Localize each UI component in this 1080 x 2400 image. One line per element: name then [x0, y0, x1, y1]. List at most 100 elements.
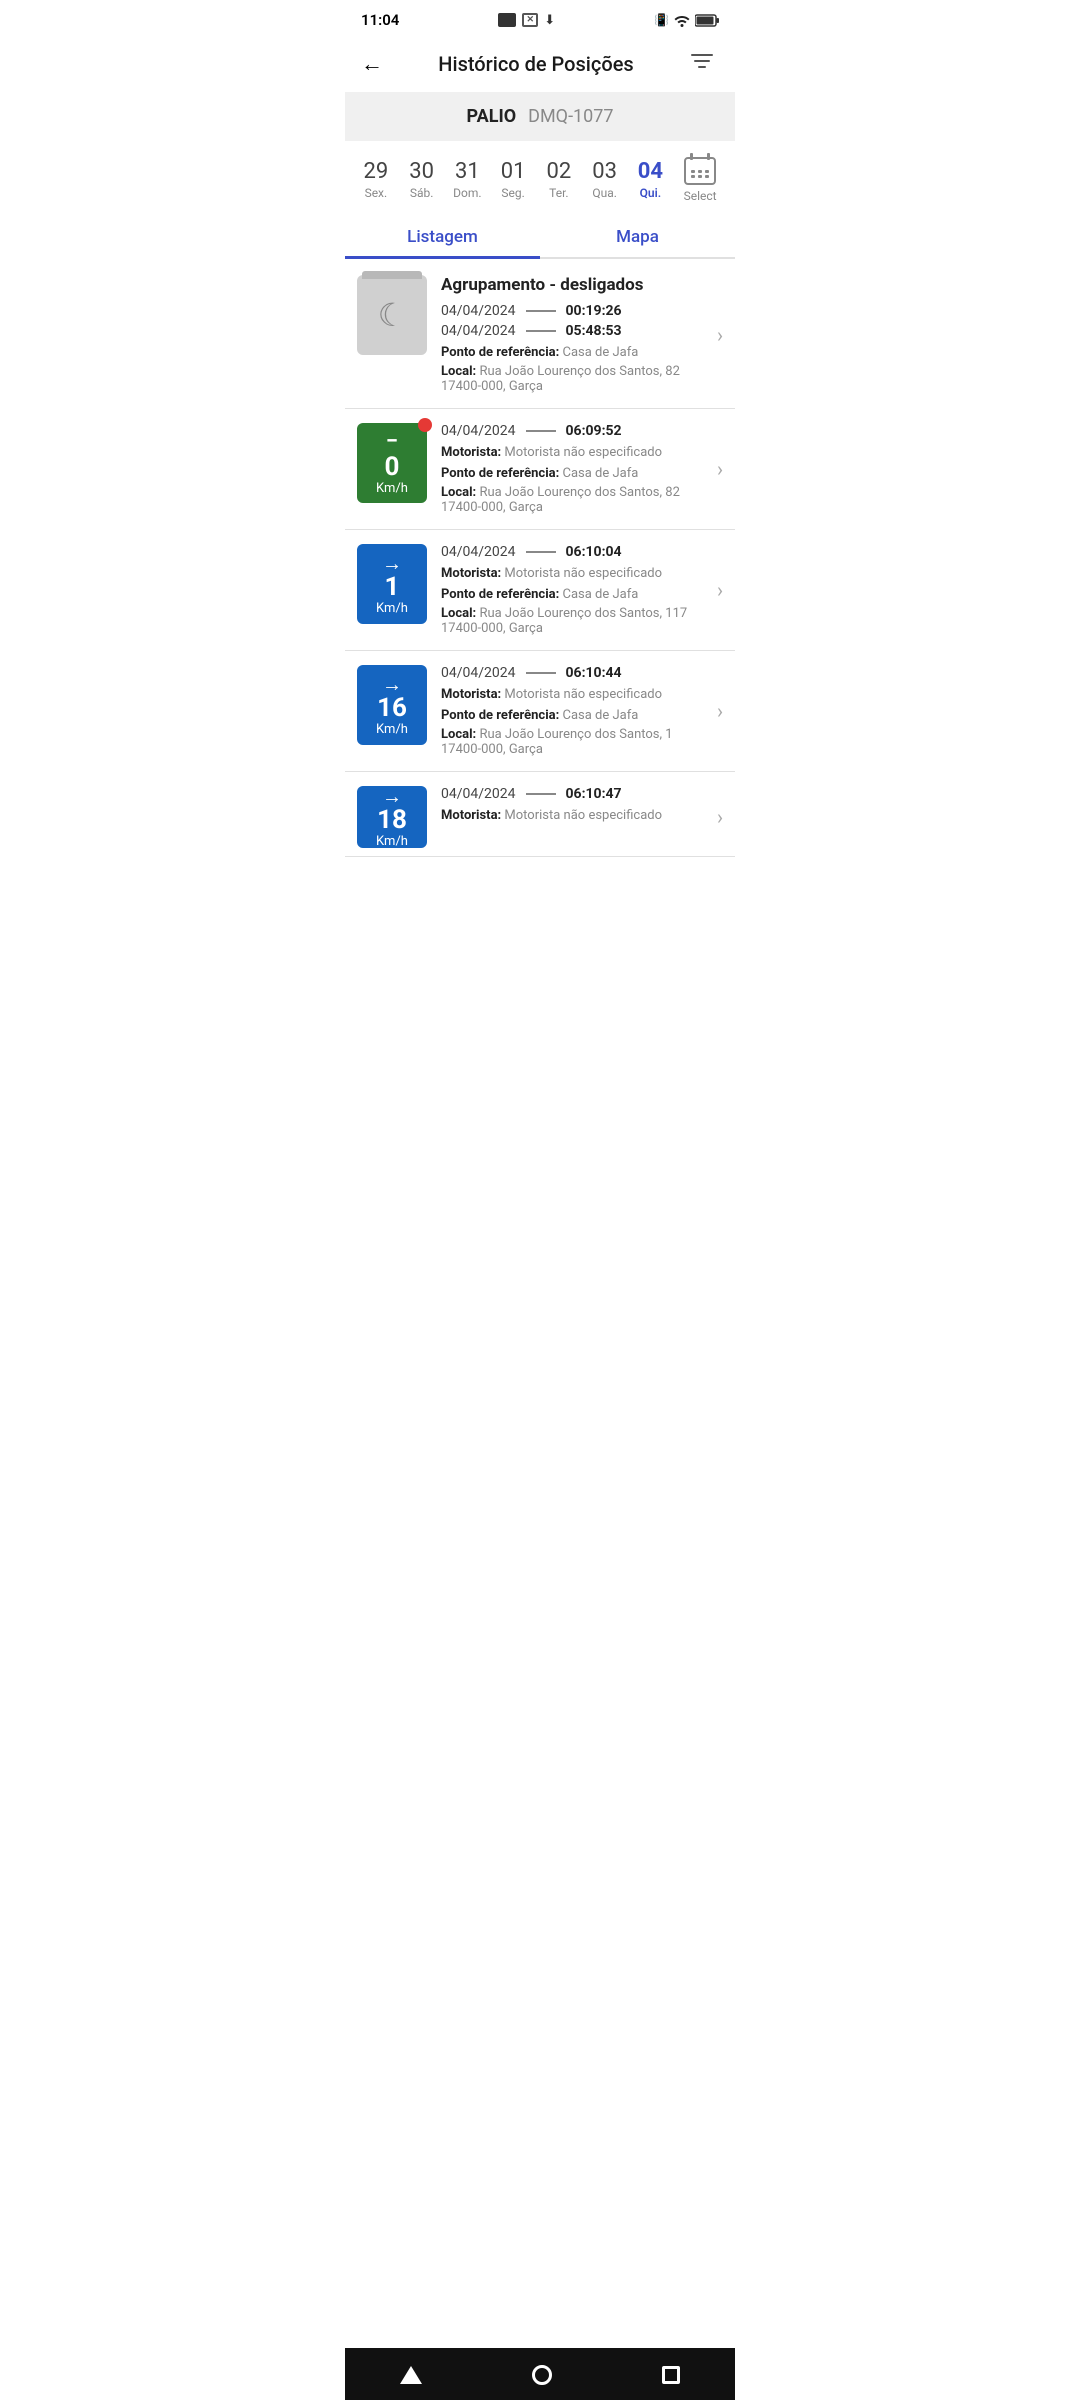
minus-icon-0: −	[386, 431, 398, 453]
pos-content-0: 04/04/2024 06:09:52 Motorista: Motorista…	[441, 423, 699, 515]
date-day-31: Dom.	[453, 186, 481, 200]
status-icons: ✕ ⬇	[498, 13, 555, 28]
date-num-04: 04	[638, 160, 663, 184]
vibrate-icon: 📳	[654, 13, 669, 27]
vehicle-bar: PALIO DMQ-1077	[345, 92, 735, 141]
badge-unit-1: Km/h	[376, 602, 408, 615]
pos-time-row-1: 04/04/2024 06:10:04	[441, 544, 699, 560]
date-item-30[interactable]: 30 Sáb.	[400, 160, 444, 200]
page-title: Histórico de Posições	[387, 52, 685, 76]
pos-motorist-value-1: Motorista não especificado	[504, 566, 662, 581]
status-right-icons: 📳	[654, 13, 719, 27]
pos-content-1: 04/04/2024 06:10:04 Motorista: Motorista…	[441, 544, 699, 636]
pos-date-2: 04/04/2024	[441, 665, 516, 681]
position-item-2[interactable]: → 16 Km/h 04/04/2024 06:10:44 Motorista:…	[345, 651, 735, 772]
group-title: Agrupamento - desligados	[441, 275, 699, 295]
position-item-1[interactable]: → 1 Km/h 04/04/2024 06:10:04 Motorista: …	[345, 530, 735, 651]
group-reference-row: Ponto de referência: Casa de Jafa	[441, 345, 699, 360]
date-item-31[interactable]: 31 Dom.	[445, 160, 489, 200]
date-item-03[interactable]: 03 Qua.	[583, 160, 627, 200]
calendar-icon	[684, 157, 716, 185]
pos-motorist-row-2: Motorista: Motorista não especificado	[441, 687, 699, 702]
group-chevron-right: ›	[717, 323, 723, 347]
group-start-time: 00:19:26	[566, 303, 622, 319]
date-selector: 29 Sex. 30 Sáb. 31 Dom. 01 Seg. 02 Ter. …	[345, 141, 735, 213]
nav-bar	[345, 2348, 735, 2400]
tab-listagem[interactable]: Listagem	[345, 213, 540, 257]
group-end-time: 05:48:53	[566, 323, 622, 339]
pos-content-3: 04/04/2024 06:10:47 Motorista: Motorista…	[441, 786, 699, 823]
pos-chevron-1: ›	[717, 578, 723, 602]
pos-time-row-3: 04/04/2024 06:10:47	[441, 786, 699, 802]
pos-motorist-label-1: Motorista:	[441, 566, 501, 581]
vehicle-name: PALIO	[466, 106, 516, 127]
group-reference-value: Casa de Jafa	[563, 345, 639, 360]
pos-time-2: 06:10:44	[566, 665, 622, 681]
pos-local-row-2: Local: Rua João Lourenço dos Santos, 1 1…	[441, 727, 699, 757]
time-dash-2	[526, 672, 556, 674]
nav-home-button[interactable]	[512, 2361, 572, 2389]
pos-motorist-value-0: Motorista não especificado	[504, 445, 662, 460]
pos-reference-value-1: Casa de Jafa	[563, 587, 639, 602]
date-num-02: 02	[547, 160, 572, 184]
pos-chevron-0: ›	[717, 457, 723, 481]
badge-unit-3: Km/h	[376, 835, 408, 848]
date-day-29: Sex.	[365, 186, 388, 200]
pos-motorist-value-2: Motorista não especificado	[504, 687, 662, 702]
position-item-0[interactable]: − 0 Km/h 04/04/2024 06:09:52 Motorista: …	[345, 409, 735, 530]
speed-badge-1: → 1 Km/h	[357, 544, 427, 624]
badge-speed-0: 0	[385, 453, 400, 482]
nav-recents-button[interactable]	[642, 2362, 700, 2388]
arrow-icon-2: →	[382, 674, 402, 694]
nav-home-icon	[532, 2365, 552, 2385]
pos-local-label-1: Local:	[441, 606, 476, 621]
date-day-04: Qui.	[640, 186, 662, 200]
pos-local-value-1: Rua João Lourenço dos Santos, 117 17400-…	[441, 606, 687, 636]
pos-chevron-3: ›	[717, 805, 723, 829]
date-num-30: 30	[409, 160, 434, 184]
pos-date-1: 04/04/2024	[441, 544, 516, 560]
pos-time-0: 06:09:52	[566, 423, 622, 439]
wifi-icon	[673, 13, 691, 27]
badge-unit-0: Km/h	[376, 482, 408, 495]
pos-reference-label-1: Ponto de referência:	[441, 587, 559, 602]
back-button[interactable]: ←	[357, 47, 387, 81]
pos-time-1: 06:10:04	[566, 544, 622, 560]
group-end-date: 04/04/2024	[441, 323, 516, 339]
date-item-04[interactable]: 04 Qui.	[628, 160, 672, 200]
battery-icon	[695, 14, 719, 27]
tab-mapa[interactable]: Mapa	[540, 213, 735, 257]
position-item-3[interactable]: → 18 Km/h 04/04/2024 06:10:47 Motorista:…	[345, 772, 735, 857]
nav-back-button[interactable]	[380, 2362, 442, 2388]
date-num-31: 31	[455, 160, 480, 184]
pos-local-row-1: Local: Rua João Lourenço dos Santos, 117…	[441, 606, 699, 636]
date-item-29[interactable]: 29 Sex.	[354, 160, 398, 200]
speed-badge-2: → 16 Km/h	[357, 665, 427, 745]
date-item-01[interactable]: 01 Seg.	[491, 160, 535, 200]
group-local-value: Rua João Lourenço dos Santos, 82 17400-0…	[441, 364, 680, 394]
pos-reference-row-2: Ponto de referência: Casa de Jafa	[441, 708, 699, 723]
pos-reference-row-1: Ponto de referência: Casa de Jafa	[441, 587, 699, 602]
tabs: Listagem Mapa	[345, 213, 735, 259]
date-num-01: 01	[501, 160, 526, 184]
date-calendar-select[interactable]: Select	[674, 157, 726, 203]
filter-button[interactable]	[685, 46, 719, 82]
date-item-02[interactable]: 02 Ter.	[537, 160, 581, 200]
pos-date-3: 04/04/2024	[441, 786, 516, 802]
date-day-30: Sáb.	[410, 186, 434, 200]
pos-local-value-2: Rua João Lourenço dos Santos, 1 17400-00…	[441, 727, 673, 757]
media-icon: ✕	[522, 13, 538, 27]
pos-motorist-row-0: Motorista: Motorista não especificado	[441, 445, 699, 460]
group-item-sleeping[interactable]: ☾ Agrupamento - desligados 04/04/2024 00…	[345, 259, 735, 409]
date-day-03: Qua.	[592, 186, 617, 200]
download-icon: ⬇	[544, 13, 555, 28]
badge-speed-1: 1	[385, 573, 400, 602]
pos-motorist-label-3: Motorista:	[441, 808, 501, 823]
badge-speed-2: 16	[377, 694, 407, 723]
pos-reference-row-0: Ponto de referência: Casa de Jafa	[441, 466, 699, 481]
status-time: 11:04	[361, 11, 399, 29]
time-dash-start	[526, 310, 556, 312]
pos-reference-label-2: Ponto de referência:	[441, 708, 559, 723]
badge-unit-2: Km/h	[376, 723, 408, 736]
vehicle-plate: DMQ-1077	[528, 106, 613, 127]
